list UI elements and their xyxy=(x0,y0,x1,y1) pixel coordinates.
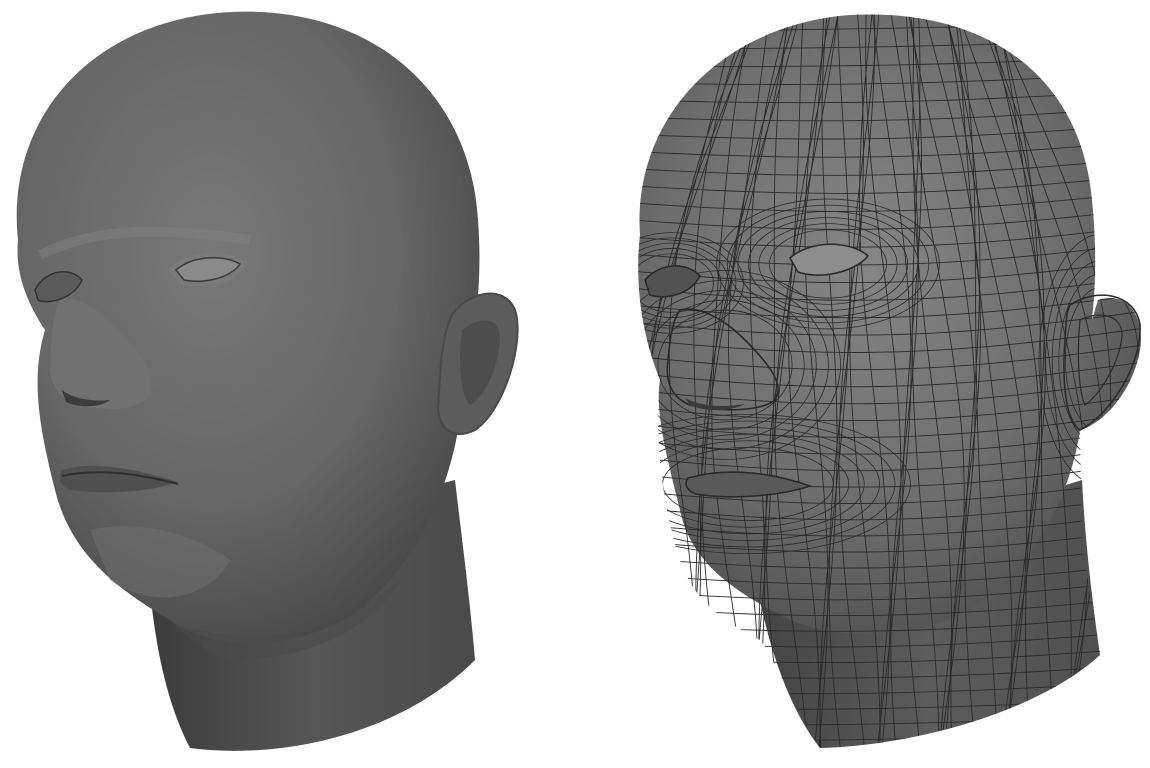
viewport xyxy=(0,0,1150,768)
